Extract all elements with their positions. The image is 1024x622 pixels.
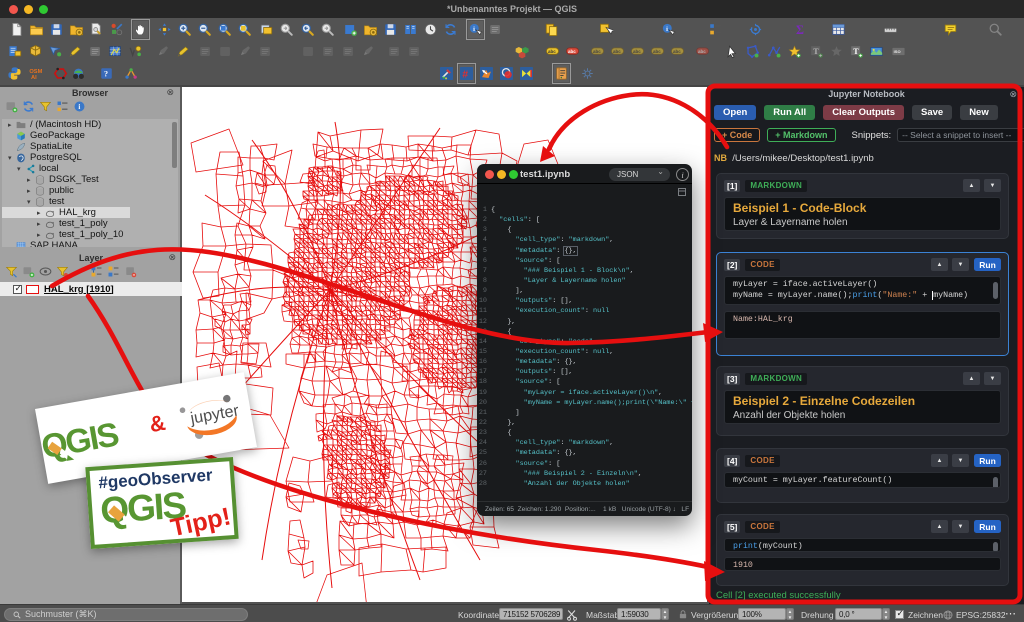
svg-text:AI: AI — [31, 74, 37, 80]
svg-text:abc: abc — [613, 49, 621, 54]
svg-text:i: i — [473, 26, 475, 33]
svg-text:i: i — [666, 26, 668, 33]
svg-text:abc: abc — [568, 49, 576, 54]
svg-text:abc: abc — [633, 49, 641, 54]
svg-text:abc: abc — [698, 49, 706, 54]
svg-text:abc: abc — [673, 49, 681, 54]
svg-text:#: # — [462, 68, 468, 80]
svg-text:T: T — [813, 46, 819, 55]
svg-text:abc: abc — [593, 49, 601, 54]
svg-text:ISO: ISO — [893, 49, 900, 54]
svg-text:OSM: OSM — [29, 69, 42, 75]
svg-text:i: i — [78, 104, 80, 111]
svg-text:QGIS: QGIS — [39, 416, 122, 466]
svg-text:?: ? — [104, 69, 108, 78]
svg-text:abc: abc — [653, 49, 661, 54]
svg-text:T: T — [853, 46, 859, 55]
svg-text:Σ: Σ — [796, 22, 804, 36]
svg-text:abc: abc — [548, 49, 556, 54]
